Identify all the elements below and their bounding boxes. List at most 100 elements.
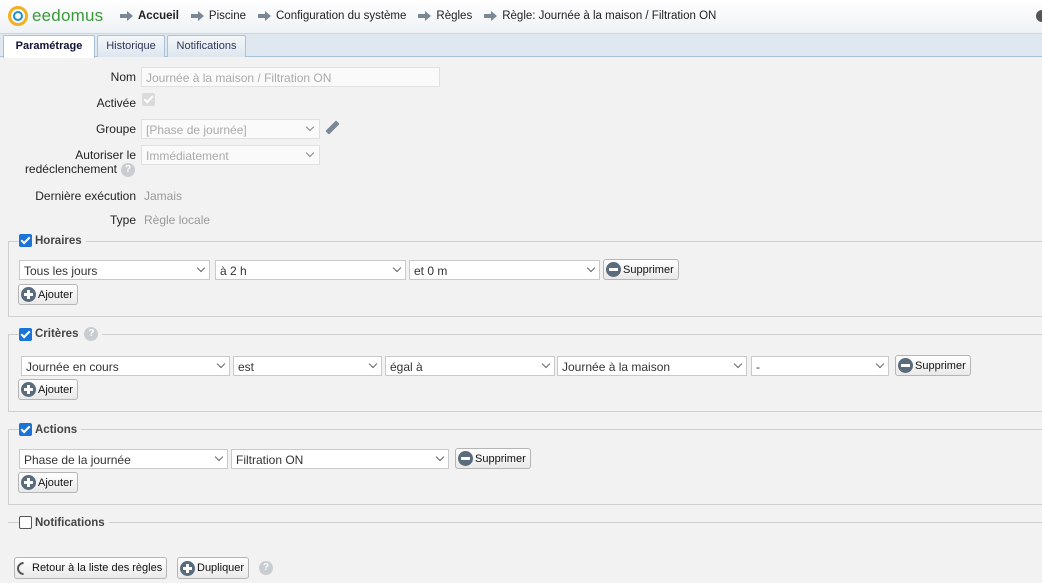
arrow-right-icon [190, 11, 205, 21]
type-value: Règle locale [144, 213, 211, 227]
breadcrumb-item-accueil[interactable]: Accueil [120, 10, 179, 22]
button-label: Dupliquer [197, 562, 245, 574]
criteres-add-button[interactable]: Ajouter [18, 379, 78, 400]
criteres-subject-select[interactable]: Journée en cours [21, 356, 215, 376]
horaires-header: Horaires [19, 234, 86, 247]
chevron-down-icon [366, 356, 382, 376]
nom-label: Nom [110, 70, 136, 84]
horaires-minute-select[interactable]: et 0 m [409, 260, 585, 280]
horaires-title: Horaires [35, 234, 82, 247]
help-icon[interactable]: ? [259, 561, 273, 575]
criteres-value-select[interactable]: Journée à la maison [557, 356, 732, 376]
notifications-checkbox[interactable] [19, 516, 32, 529]
duplicate-button[interactable]: Dupliquer [177, 557, 250, 579]
section-divider [8, 522, 1042, 523]
breadcrumb-item-configuration[interactable]: Configuration du système [258, 10, 406, 22]
actions-checkbox[interactable] [19, 423, 32, 436]
actions-delete-button[interactable]: Supprimer [455, 448, 531, 469]
chevron-down-icon [214, 356, 230, 376]
criteres-header: Critères ? [19, 327, 103, 341]
tab-parametrage[interactable]: Paramétrage [3, 35, 95, 58]
section-divider [8, 241, 1042, 242]
breadcrumb-item-piscine[interactable]: Piscine [190, 10, 246, 22]
chevron-down-icon [584, 260, 600, 280]
arrow-right-icon [258, 11, 272, 21]
minus-circle-icon [898, 358, 913, 373]
breadcrumb-label: Piscine [208, 10, 246, 22]
chevron-down-icon [433, 449, 449, 469]
user-menu-icon[interactable] [1036, 10, 1042, 22]
arrow-right-icon [484, 11, 498, 21]
chevron-down-icon [194, 260, 210, 280]
breadcrumb-item-regles[interactable]: Règles [418, 10, 472, 22]
derniere-execution-label: Dernière exécution [35, 189, 136, 203]
tab-bar: Paramétrage Historique Notifications [0, 34, 1042, 58]
horaires-day-select[interactable]: Tous les jours [19, 260, 195, 280]
actions-title: Actions [35, 423, 78, 436]
eedomus-logo-icon [8, 6, 28, 26]
chevron-down-icon [731, 356, 747, 376]
plus-circle-icon [21, 475, 36, 490]
help-icon[interactable]: ? [121, 163, 135, 177]
horaires-checkbox[interactable] [19, 234, 32, 247]
breadcrumb-item-current-rule: Règle: Journée à la maison / Filtration … [484, 10, 716, 22]
criteres-checkbox[interactable] [19, 327, 32, 341]
tab-notifications[interactable]: Notifications [167, 35, 246, 57]
horaires-delete-button[interactable]: Supprimer [603, 259, 679, 280]
horaires-hour-select[interactable]: à 2 h [215, 260, 391, 280]
redeclenchement-select[interactable]: Immédiatement [141, 145, 320, 165]
breadcrumb: Accueil Piscine Configuration du système… [120, 10, 728, 22]
duplicate-icon [180, 560, 195, 576]
actions-device-select[interactable]: Phase de la journée [19, 449, 213, 469]
activee-label: Activée [96, 96, 136, 110]
back-to-rules-button[interactable]: Retour à la liste des règles [14, 557, 168, 579]
button-label: Supprimer [623, 263, 674, 276]
button-label: Ajouter [38, 288, 73, 301]
chevron-down-icon [539, 356, 555, 376]
breadcrumb-label: Configuration du système [276, 10, 407, 22]
autoriser-label-line1: Autoriser le [75, 148, 136, 162]
criteres-extra-select[interactable]: - [751, 356, 874, 376]
arrow-right-icon [418, 11, 432, 21]
actions-add-button[interactable]: Ajouter [18, 472, 78, 493]
nom-input[interactable]: Journée à la maison / Filtration ON [141, 67, 440, 87]
button-label: Ajouter [38, 476, 73, 489]
actions-header: Actions [19, 423, 82, 436]
criteres-operator-select[interactable]: égal à [385, 356, 540, 376]
tab-historique[interactable]: Historique [97, 35, 165, 57]
breadcrumb-label: Accueil [138, 10, 179, 22]
plus-circle-icon [21, 287, 36, 302]
undo-arrow-icon [14, 558, 33, 578]
section-divider [8, 504, 1042, 505]
actions-value-select[interactable]: Filtration ON [231, 449, 434, 469]
chevron-down-icon [390, 260, 406, 280]
breadcrumb-label: Règles [436, 10, 473, 22]
horaires-add-button[interactable]: Ajouter [18, 284, 78, 305]
criteres-delete-button[interactable]: Supprimer [895, 355, 971, 376]
plus-circle-icon [21, 382, 36, 397]
section-border [8, 334, 9, 411]
activee-checkbox[interactable] [142, 93, 155, 106]
section-border [8, 241, 9, 316]
help-icon[interactable]: ? [84, 327, 99, 341]
criteres-verb-select[interactable]: est [233, 356, 367, 376]
section-divider [8, 429, 1042, 430]
chevron-down-icon [212, 449, 228, 469]
notifications-title: Notifications [35, 516, 105, 529]
button-label: Retour à la liste des règles [32, 562, 163, 574]
arrow-right-icon [120, 11, 134, 21]
button-label: Supprimer [475, 452, 526, 465]
chevron-down-icon [873, 356, 889, 376]
breadcrumb-label: Règle: Journée à la maison / Filtration … [502, 10, 717, 22]
pencil-edit-icon[interactable] [324, 120, 340, 136]
section-divider [8, 411, 1042, 412]
app-logo[interactable]: eedomus [8, 6, 103, 26]
criteres-title: Critères [35, 328, 79, 340]
button-label: Ajouter [38, 383, 73, 396]
section-divider [8, 334, 1042, 335]
notifications-header: Notifications [19, 516, 109, 529]
section-border [8, 429, 9, 504]
app-logo-text: eedomus [32, 6, 104, 25]
groupe-select[interactable]: [Phase de journée] [141, 119, 320, 139]
groupe-label: Groupe [95, 122, 136, 136]
